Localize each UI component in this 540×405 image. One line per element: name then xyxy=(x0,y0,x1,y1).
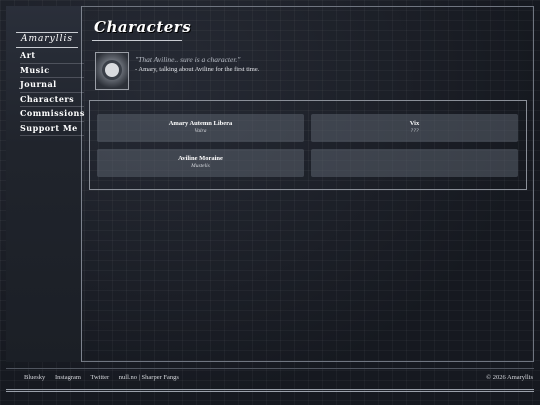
nav-item-journal[interactable]: Journal xyxy=(20,78,84,93)
copyright: © 2026 Amaryllis xyxy=(486,374,533,381)
nav-item-commissions[interactable]: Commissions xyxy=(20,107,84,122)
quote-attribution: - Amary, talking about Aviline for the f… xyxy=(135,66,260,73)
nav-item-support-me[interactable]: Support Me xyxy=(20,122,84,136)
nav-item-art[interactable]: Art xyxy=(20,49,84,64)
footer-link-instagram[interactable]: Instagram xyxy=(55,374,81,381)
title-underline xyxy=(92,40,182,41)
avatar-face xyxy=(105,63,119,77)
character-name: Aviline Moraine xyxy=(178,155,223,162)
page-title: Characters xyxy=(94,18,192,36)
quote-text: "That Aviline.. sure is a character." xyxy=(135,55,241,64)
character-card[interactable]: Aviline Moraine Mustelis xyxy=(97,149,304,177)
character-card[interactable]: Vix ??? xyxy=(311,114,518,142)
nav-item-music[interactable]: Music xyxy=(20,64,84,78)
character-grid: Amary Autemn Libera Valra Vix ??? Avilin… xyxy=(89,100,527,190)
footer-link-bluesky[interactable]: Bluesky xyxy=(24,374,45,381)
footer-divider xyxy=(6,368,534,369)
footer-links: Bluesky Instagram Twitter null.no | Shar… xyxy=(24,374,187,381)
sidebar: Amaryllis Art Music Journal Characters C… xyxy=(6,6,84,362)
nav-item-characters[interactable]: Characters xyxy=(20,93,84,107)
avatar xyxy=(95,52,129,90)
character-species: Valra xyxy=(194,128,207,134)
sidebar-nav: Art Music Journal Characters Commissions… xyxy=(20,49,84,136)
character-name: Amary Autemn Libera xyxy=(168,120,233,127)
site-logo[interactable]: Amaryllis xyxy=(16,32,78,48)
footer-link-null[interactable]: null.no | Sharper Fangs xyxy=(119,374,179,381)
character-species: Mustelis xyxy=(191,163,210,169)
bottom-border xyxy=(6,389,534,392)
character-card-empty[interactable] xyxy=(311,149,518,177)
character-name: Vix xyxy=(409,120,420,127)
footer-link-twitter[interactable]: Twitter xyxy=(90,374,109,381)
character-species: ??? xyxy=(410,128,419,134)
character-card[interactable]: Amary Autemn Libera Valra xyxy=(97,114,304,142)
